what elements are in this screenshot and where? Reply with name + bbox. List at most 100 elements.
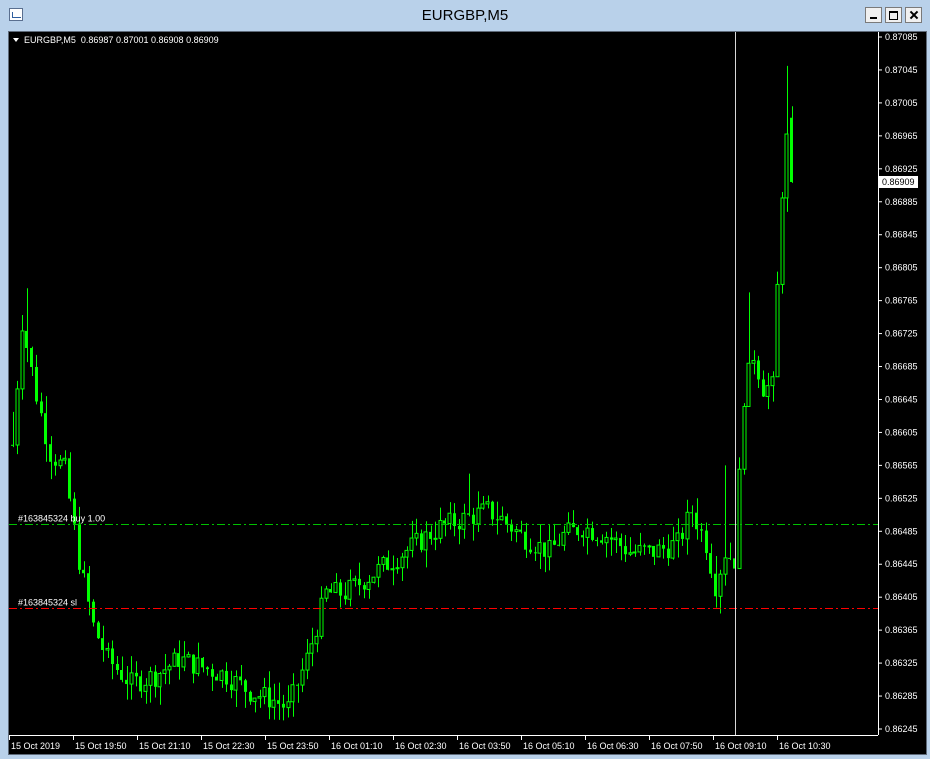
candle-body — [347, 579, 352, 600]
stop-loss-label: #163845324 sl — [18, 598, 77, 608]
candle-body — [557, 544, 560, 546]
candle-body — [757, 360, 760, 380]
candle-body — [225, 670, 228, 685]
price-tick-label: 0.86845 — [885, 230, 918, 240]
candle-body — [476, 507, 481, 525]
candle-body — [181, 656, 186, 668]
candle-body — [329, 588, 332, 593]
candle-body — [458, 526, 461, 530]
chart-area[interactable]: 0.87085 0.87045 0.87005 0.86965 0.86925 0.868… — [8, 31, 927, 755]
candle-body — [11, 444, 14, 446]
candle-body — [381, 556, 386, 565]
price-tick-label: 0.86485 — [885, 526, 918, 536]
candle-body — [647, 545, 652, 548]
candle-body — [92, 601, 95, 623]
candle-body — [705, 530, 708, 554]
price-tick-label: 0.86405 — [885, 592, 918, 602]
candle-body — [111, 648, 114, 665]
candle-body — [244, 680, 247, 692]
candle-body — [233, 676, 238, 691]
candle-body — [305, 652, 310, 671]
candle-body — [54, 461, 57, 466]
candle-body — [35, 367, 38, 402]
candle-body — [670, 540, 675, 559]
candle-body — [290, 684, 295, 703]
candle-body — [409, 537, 414, 551]
close-value: 0.86909 — [186, 35, 219, 45]
candle-body — [195, 657, 200, 675]
price-tick-label: 0.86725 — [885, 329, 918, 339]
candle-body — [20, 330, 25, 390]
price-tick-label: 0.86885 — [885, 197, 918, 207]
candle-body — [62, 457, 67, 461]
candle-body — [662, 545, 665, 549]
candle-body — [723, 557, 728, 575]
candle-body — [44, 413, 47, 445]
candle-body — [547, 539, 552, 558]
candle-body — [400, 556, 405, 569]
time-tick-label: 16 Oct 06:30 — [587, 741, 639, 751]
candle-body — [438, 519, 443, 539]
time-tick-label: 16 Oct 09:10 — [715, 741, 767, 751]
time-tick-label: 15 Oct 23:50 — [267, 741, 319, 751]
price-tick-label: 0.86285 — [885, 691, 918, 701]
candle-body — [211, 669, 214, 677]
candle-body — [604, 536, 609, 544]
candle-body — [610, 537, 613, 540]
candle-body — [30, 347, 33, 368]
candle-body — [762, 379, 765, 397]
minimize-button[interactable] — [865, 7, 882, 23]
candle-body — [784, 133, 789, 199]
candle-body — [177, 653, 180, 667]
candle-body — [447, 512, 452, 525]
candle-body — [78, 523, 81, 570]
candle-body — [746, 362, 751, 407]
maximize-button[interactable] — [885, 7, 902, 23]
buy-order-label: #163845324 buy 1.00 — [18, 514, 105, 524]
time-tick-label: 15 Oct 21:10 — [139, 741, 191, 751]
candle-body — [751, 359, 756, 364]
candle-body — [628, 552, 633, 555]
price-tick-label: 0.87085 — [885, 32, 918, 42]
candle-body — [286, 701, 291, 709]
time-tick-label: 16 Oct 10:30 — [779, 741, 831, 751]
candle-body — [135, 672, 138, 677]
candle-body — [572, 522, 575, 528]
candle-body — [390, 568, 395, 571]
candle-body — [637, 544, 642, 553]
low-value: 0.86908 — [151, 35, 184, 45]
candle-body — [82, 569, 85, 574]
candle-body — [376, 563, 381, 578]
dropdown-triangle-icon[interactable] — [13, 38, 19, 42]
candle-body — [87, 573, 90, 602]
candle-body — [576, 527, 579, 536]
time-tick-label: 16 Oct 02:30 — [395, 741, 447, 751]
price-tick-label: 0.86765 — [885, 296, 918, 306]
candle-body — [277, 700, 280, 704]
close-button[interactable] — [905, 7, 922, 23]
price-tick-label: 0.86685 — [885, 362, 918, 372]
candle-body — [624, 546, 627, 555]
candle-body — [268, 687, 271, 708]
candle-body — [97, 622, 100, 639]
candle-body — [116, 664, 119, 670]
candle-body — [148, 671, 153, 686]
candle-body — [514, 529, 519, 533]
candle-body — [172, 652, 177, 667]
candle-body — [480, 503, 485, 509]
candles — [11, 65, 793, 721]
candle-body — [780, 197, 785, 285]
candle-body — [319, 597, 324, 637]
time-tick-label: 15 Oct 19:50 — [75, 741, 127, 751]
candle-body — [157, 673, 162, 688]
candle-body — [282, 703, 285, 708]
candle-body — [718, 573, 723, 597]
candle-body — [485, 501, 490, 505]
candle-body — [68, 458, 71, 499]
price-chart[interactable]: 0.87085 0.87045 0.87005 0.86965 0.86925 0.868… — [9, 32, 926, 754]
candle-body — [685, 511, 690, 540]
title-bar[interactable]: EURGBP,M5 — [0, 0, 930, 32]
candle-body — [25, 330, 28, 348]
candle-body — [192, 654, 195, 674]
candle-body — [790, 117, 793, 182]
